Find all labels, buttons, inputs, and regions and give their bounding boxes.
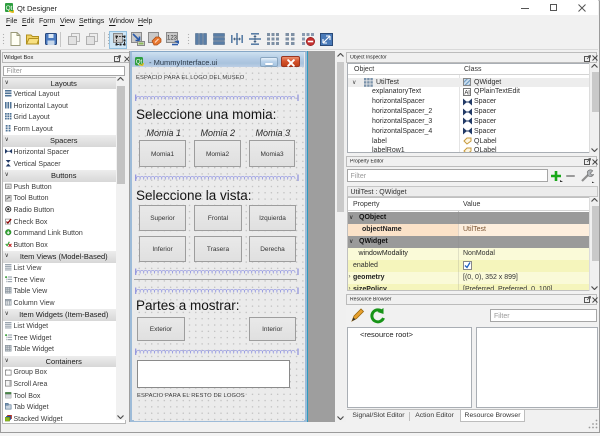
svg-text:Al: Al bbox=[464, 90, 469, 96]
svg-text:ok: ok bbox=[7, 184, 11, 188]
svg-text:123: 123 bbox=[167, 36, 178, 42]
